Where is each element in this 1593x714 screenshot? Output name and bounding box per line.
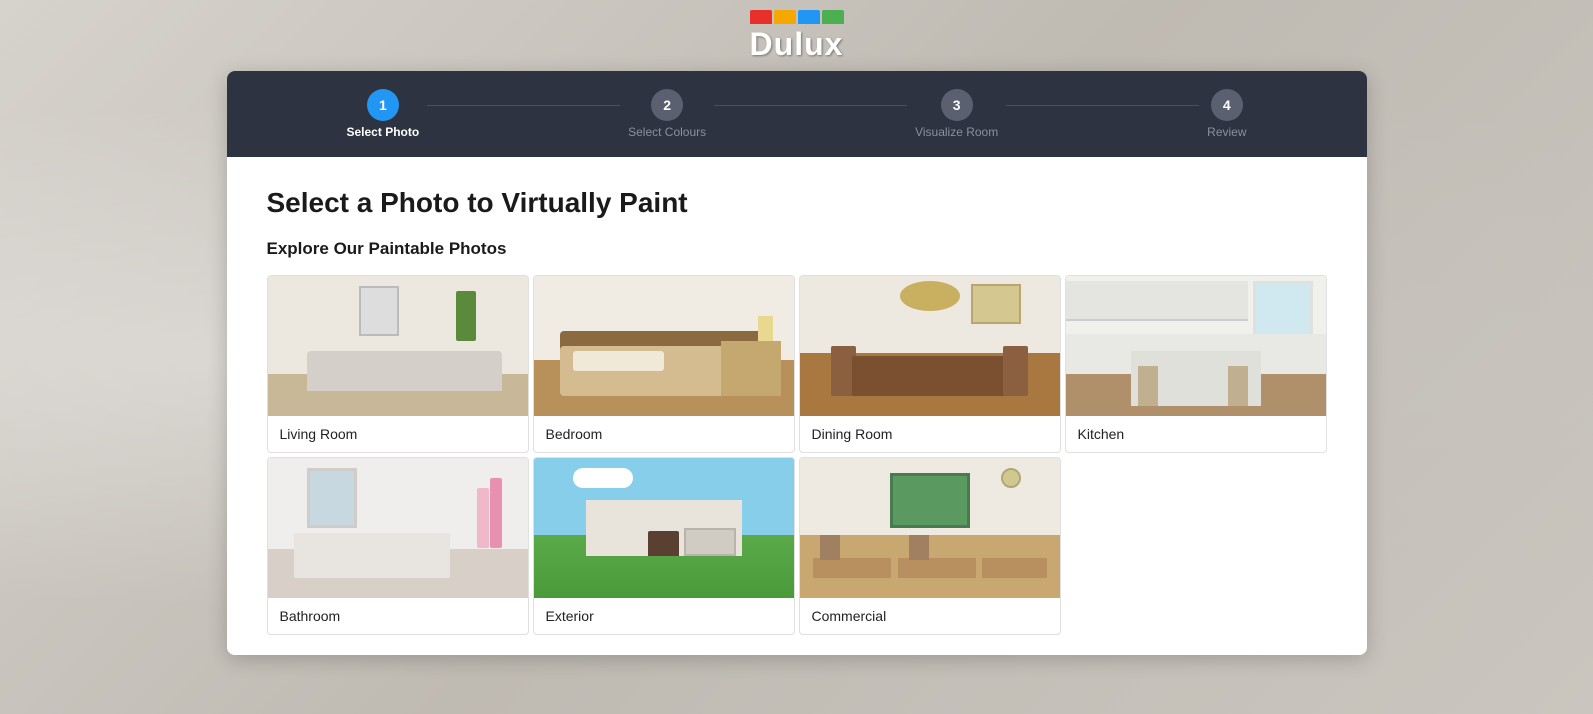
- desk2: [898, 558, 976, 578]
- chair-c1: [820, 535, 840, 560]
- chair-c2: [909, 535, 929, 560]
- desk3: [982, 558, 1047, 578]
- step-line-1-2: [427, 105, 620, 106]
- towel1: [490, 478, 502, 548]
- room-scene-commercial: [800, 458, 1060, 598]
- step-label-3: Visualize Room: [915, 125, 998, 139]
- photo-image-living-room: [268, 276, 528, 416]
- towel2: [477, 488, 489, 548]
- clock: [1001, 468, 1021, 488]
- page-title: Select a Photo to Virtually Paint: [267, 187, 1327, 219]
- table: [852, 356, 1008, 396]
- frame2: [971, 284, 1021, 324]
- step-circle-2: 2: [651, 89, 683, 121]
- step-4[interactable]: 4 Review: [1207, 89, 1246, 139]
- main-card: 1 Select Photo 2 Select Colours 3: [227, 71, 1367, 655]
- header: Dulux: [227, 0, 1367, 71]
- step-circle-3: 3: [941, 89, 973, 121]
- photo-card-dining-room[interactable]: Dining Room: [799, 275, 1061, 453]
- frame: [359, 286, 399, 336]
- cloud: [573, 468, 633, 488]
- step-1[interactable]: 1 Select Photo: [347, 89, 420, 139]
- photo-label-dining-room: Dining Room: [800, 416, 1060, 452]
- photo-image-exterior: [534, 458, 794, 598]
- desk1: [813, 558, 891, 578]
- photo-label-commercial: Commercial: [800, 598, 1060, 634]
- logo-strip-red: [750, 10, 772, 24]
- photo-label-bedroom: Bedroom: [534, 416, 794, 452]
- photo-card-bathroom[interactable]: Bathroom: [267, 457, 529, 635]
- step-number-1: 1: [379, 97, 387, 113]
- room-scene-dining: [800, 276, 1060, 416]
- photo-card-kitchen[interactable]: Kitchen: [1065, 275, 1327, 453]
- garage: [684, 528, 736, 556]
- step-line-2-3: [714, 105, 907, 106]
- photo-image-dining-room: [800, 276, 1060, 416]
- lamp: [758, 316, 773, 341]
- photo-image-commercial: [800, 458, 1060, 598]
- door: [648, 531, 679, 556]
- chair2: [1003, 346, 1028, 396]
- logo-strip-orange: [774, 10, 796, 24]
- step-line-3-4: [1006, 105, 1199, 106]
- step-number-2: 2: [663, 97, 671, 113]
- room-scene-kitchen: [1066, 276, 1326, 416]
- photo-card-commercial[interactable]: Commercial: [799, 457, 1061, 635]
- photo-label-kitchen: Kitchen: [1066, 416, 1326, 452]
- stool2: [1228, 366, 1248, 406]
- logo-text: Dulux: [750, 26, 844, 63]
- vanity: [294, 533, 450, 578]
- photo-image-bathroom: [268, 458, 528, 598]
- photo-label-living-room: Living Room: [268, 416, 528, 452]
- dresser: [721, 341, 781, 396]
- cabinet-top: [1066, 281, 1248, 321]
- logo-container: Dulux: [750, 10, 844, 63]
- logo-icon: [750, 10, 844, 24]
- step-2[interactable]: 2 Select Colours: [628, 89, 706, 139]
- app-wrapper: Dulux 1 Select Photo 2: [227, 0, 1367, 675]
- photo-image-bedroom: [534, 276, 794, 416]
- room-scene-exterior: [534, 458, 794, 598]
- content-area: Select a Photo to Virtually Paint Explor…: [227, 157, 1367, 655]
- step-label-1: Select Photo: [347, 125, 420, 139]
- step-label-2: Select Colours: [628, 125, 706, 139]
- pillow: [573, 351, 664, 371]
- room-scene-bedroom: [534, 276, 794, 416]
- stool1: [1138, 366, 1158, 406]
- step-circle-1: 1: [367, 89, 399, 121]
- stepper-inner: 1 Select Photo 2 Select Colours 3: [347, 89, 1247, 139]
- logo-strip-green: [822, 10, 844, 24]
- photo-card-exterior[interactable]: Exterior: [533, 457, 795, 635]
- logo-strip-blue: [798, 10, 820, 24]
- room-scene-bathroom: [268, 458, 528, 598]
- photo-card-living-room[interactable]: Living Room: [267, 275, 529, 453]
- step-number-4: 4: [1223, 97, 1231, 113]
- photo-label-exterior: Exterior: [534, 598, 794, 634]
- step-number-3: 3: [953, 97, 961, 113]
- photo-image-kitchen: [1066, 276, 1326, 416]
- mirror: [307, 468, 357, 528]
- step-label-4: Review: [1207, 125, 1246, 139]
- plant: [456, 291, 476, 341]
- window-k: [1253, 281, 1313, 341]
- chandelier: [900, 281, 960, 311]
- photo-card-bedroom[interactable]: Bedroom: [533, 275, 795, 453]
- photo-label-bathroom: Bathroom: [268, 598, 528, 634]
- photo-grid: Living Room: [267, 275, 1327, 635]
- stepper: 1 Select Photo 2 Select Colours 3: [227, 71, 1367, 157]
- room-scene-living: [268, 276, 528, 416]
- sofa: [307, 351, 502, 391]
- section-title: Explore Our Paintable Photos: [267, 239, 1327, 259]
- board: [890, 473, 970, 528]
- step-3[interactable]: 3 Visualize Room: [915, 89, 998, 139]
- step-circle-4: 4: [1211, 89, 1243, 121]
